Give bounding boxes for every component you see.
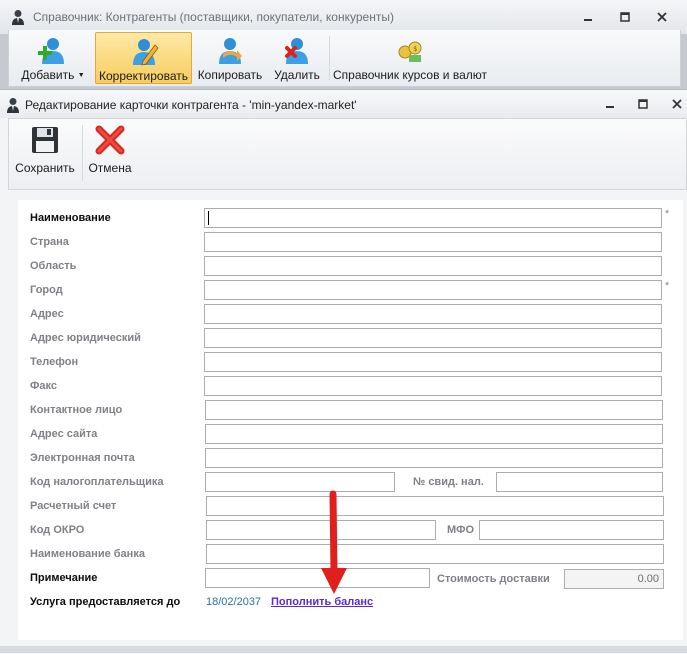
cancel-button[interactable]: Отмена: [85, 123, 135, 183]
outer-window-title: Справочник: Контрагенты (поставщики, пок…: [33, 10, 394, 24]
currency-rates-label: Справочник курсов и валют: [333, 68, 487, 82]
dialog-maximize-button[interactable]: [633, 96, 653, 112]
address-input[interactable]: [204, 304, 662, 324]
add-button[interactable]: Добавить ▼: [17, 32, 89, 84]
taxpayer-code-input[interactable]: [205, 472, 395, 492]
delete-user-icon: [282, 36, 312, 66]
copy-button[interactable]: Копировать: [195, 32, 265, 84]
bank-name-label: Наименование банка: [30, 548, 145, 560]
cancel-button-label: Отмена: [88, 161, 132, 175]
toolbar-divider: [82, 125, 83, 181]
phone-input[interactable]: [204, 352, 662, 372]
dialog-title-bar: Редактирование карточки контрагента - 'm…: [0, 90, 687, 118]
region-label: Область: [30, 260, 77, 272]
dialog-close-button[interactable]: [667, 96, 687, 112]
service-until-label: Услуга предоставляется до: [30, 596, 181, 608]
edit-user-icon: [129, 37, 159, 67]
fax-label: Факс: [30, 380, 57, 392]
copy-user-icon: [215, 36, 245, 66]
contact-label: Контактное лицо: [30, 404, 123, 416]
dialog-minimize-button[interactable]: [600, 96, 620, 112]
required-marker: *: [665, 280, 670, 292]
close-button[interactable]: [652, 9, 672, 25]
website-input[interactable]: [205, 424, 663, 444]
mfo-label: МФО: [447, 524, 475, 536]
delivery-cost-input[interactable]: [564, 569, 664, 589]
status-bar: [0, 646, 687, 653]
contractor-icon: [11, 9, 25, 25]
tax-cert-input[interactable]: [496, 472, 663, 492]
email-input[interactable]: [205, 448, 663, 468]
name-input[interactable]: [204, 208, 662, 228]
city-label: Город: [30, 284, 63, 296]
mfo-input[interactable]: [479, 520, 664, 540]
account-input[interactable]: [206, 496, 664, 516]
edit-button[interactable]: Корректировать: [95, 32, 192, 84]
delete-button-label: Удалить: [274, 68, 320, 82]
email-label: Электронная почта: [30, 452, 135, 464]
currency-rates-button[interactable]: $ Справочник курсов и валют: [331, 32, 489, 84]
legal-address-input[interactable]: [204, 328, 662, 348]
dialog-toolbar: Сохранить Отмена: [8, 118, 687, 190]
currency-rates-icon: $: [395, 36, 425, 66]
copy-button-label: Копировать: [197, 68, 263, 82]
contact-input[interactable]: [205, 400, 663, 420]
tax-cert-label: № свид. нал.: [413, 476, 484, 488]
taxpayer-code-label: Код налогоплательщика: [30, 476, 164, 488]
maximize-button[interactable]: [615, 9, 635, 25]
delivery-cost-label: Стоимость доставки: [437, 573, 550, 585]
website-label: Адрес сайта: [30, 428, 98, 440]
svg-text:$: $: [413, 45, 417, 53]
legal-address-label: Адрес юридический: [30, 332, 141, 344]
service-until-date: 18/02/2037: [206, 596, 262, 608]
save-button-label: Сохранить: [15, 161, 75, 175]
fax-input[interactable]: [204, 376, 662, 396]
name-label: Наименование: [30, 212, 111, 224]
account-label: Расчетный счет: [30, 500, 117, 512]
annotation-arrow-icon: [321, 490, 347, 594]
text-caret: [208, 211, 209, 225]
minimize-button[interactable]: [578, 9, 598, 25]
outer-toolbar: Добавить ▼ Корректировать Копировать Уда…: [8, 30, 681, 87]
add-button-label: Добавить ▼: [21, 68, 85, 82]
country-input[interactable]: [204, 232, 662, 252]
city-input[interactable]: [204, 280, 662, 300]
okpo-label: Код ОКРО: [30, 524, 85, 536]
contractor-icon: [6, 97, 20, 113]
save-button[interactable]: Сохранить: [11, 123, 79, 183]
required-marker: *: [665, 208, 670, 220]
phone-label: Телефон: [30, 356, 79, 368]
edit-button-label: Корректировать: [98, 69, 188, 83]
delete-button[interactable]: Удалить: [271, 32, 323, 84]
toolbar-divider: [329, 36, 330, 80]
add-user-icon: [38, 36, 68, 66]
country-label: Страна: [30, 236, 69, 248]
floppy-disk-icon: [30, 125, 60, 155]
region-input[interactable]: [204, 256, 662, 276]
dialog-title: Редактирование карточки контрагента - 'm…: [25, 98, 357, 112]
bank-name-input[interactable]: [206, 544, 664, 564]
address-label: Адрес: [30, 308, 64, 320]
note-label: Примечание: [30, 572, 98, 584]
chevron-down-icon: ▼: [77, 72, 85, 79]
cancel-x-icon: [95, 125, 125, 155]
